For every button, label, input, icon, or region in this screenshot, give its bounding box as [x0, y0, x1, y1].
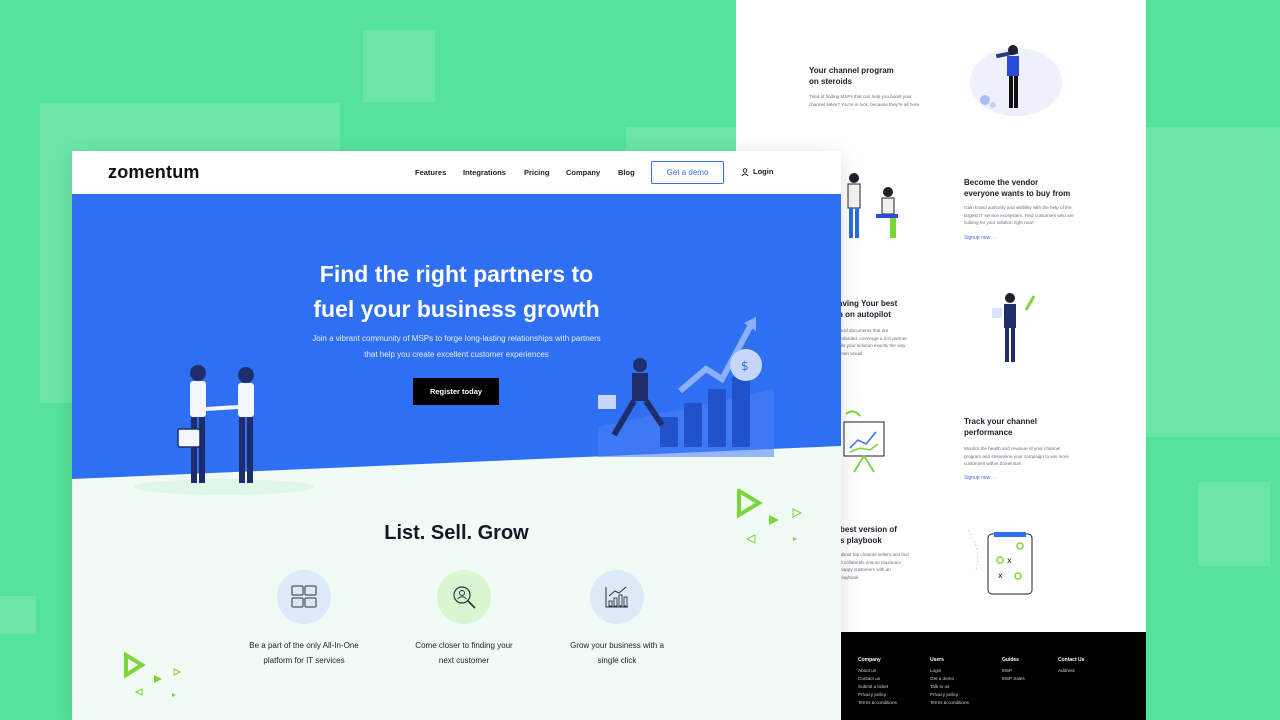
feature-grow-business: Grow your business with a single click: [537, 570, 697, 668]
footer-link[interactable]: Contact us: [858, 675, 897, 683]
nav-blog[interactable]: Blog: [618, 168, 635, 177]
nav-pricing[interactable]: Pricing: [524, 168, 549, 177]
section-description: Monitor the health and revenue of your c…: [964, 446, 1069, 466]
section-heading: List. Sell. Grow: [384, 522, 529, 544]
section-description: and documents that are ndarded. Leverage …: [840, 328, 907, 356]
hero-title: Find the right partners to fuel your busi…: [313, 261, 600, 322]
handshake-illustration: [134, 365, 314, 495]
footer-column-users: Users Login Get a demo Talk to us Privac…: [930, 656, 969, 707]
section-title: Track your channel performance: [964, 417, 1037, 437]
feature-text: Grow your business with a single click: [570, 641, 664, 665]
footer-link[interactable]: Login: [930, 667, 969, 675]
nav-integrations[interactable]: Integrations: [463, 168, 506, 177]
chart-growth-icon: [605, 586, 628, 608]
section-description: about top channel sellers and find d coll…: [840, 552, 909, 580]
user-icon: [741, 167, 749, 176]
section-title: Your channel program on steroids: [809, 66, 894, 86]
hero-subtitle: Join a vibrant community of MSPs to forg…: [312, 334, 601, 359]
top-navbar: zomentum Features Integrations Pricing C…: [72, 151, 841, 194]
section-description: Gain brand authority and visibility with…: [964, 205, 1074, 225]
playbook-board-illustration: x x: [967, 529, 1033, 595]
register-today-button[interactable]: Register today: [413, 378, 499, 405]
section-title: aving Your best n on autopilot: [838, 299, 898, 319]
feature-find-customer: Come closer to finding your next customer: [384, 570, 544, 668]
nav-company[interactable]: Company: [566, 168, 600, 177]
footer-link[interactable]: Address: [1058, 667, 1084, 675]
footer-link[interactable]: Terms & conditions: [858, 699, 897, 707]
feature-section-steroids: Your channel program on steroids Tired of…: [736, 0, 1146, 150]
footer-link[interactable]: Terms & conditions: [930, 699, 969, 707]
signup-link[interactable]: Signup now →: [964, 235, 997, 241]
footer-heading: Contact Us: [1058, 657, 1085, 663]
footer-link[interactable]: Privacy policy: [858, 691, 897, 699]
triangle-decoration: [124, 651, 182, 697]
front-page-screenshot: zomentum Features Integrations Pricing C…: [72, 151, 841, 720]
nav-features[interactable]: Features: [415, 168, 446, 177]
telescope-man-illustration: [970, 45, 1062, 116]
search-person-icon: [453, 586, 476, 609]
section-description: Tired of finding MSPs that can help you …: [809, 94, 921, 107]
svg-text:x: x: [998, 571, 1003, 580]
feature-icon-circle: [590, 570, 644, 624]
svg-text:x: x: [1007, 556, 1012, 565]
presentation-board-illustration: [843, 410, 885, 473]
footer-link[interactable]: MSP Sales: [1002, 675, 1025, 683]
footer-heading: Company: [858, 657, 881, 663]
businessman-illustration: [992, 293, 1036, 362]
feature-text: Be a part of the only All-In-One platform…: [249, 641, 359, 665]
bg-square: [1146, 127, 1280, 437]
footer-link[interactable]: Submit a ticket: [858, 683, 897, 691]
bg-square: [1198, 482, 1270, 566]
feature-icon-circle: [437, 570, 491, 624]
footer-heading: Guides: [1002, 657, 1019, 663]
feature-text: Come closer to finding your next customer: [415, 641, 513, 665]
bg-square: [0, 596, 36, 634]
signup-link[interactable]: Signup now →: [964, 475, 997, 481]
footer-link[interactable]: Talk to us: [930, 683, 969, 691]
get-demo-button[interactable]: Get a demo: [651, 161, 724, 184]
login-label: Login: [753, 167, 774, 176]
bg-square: [363, 30, 435, 102]
footer-link[interactable]: MSP: [1002, 667, 1025, 675]
section-title: Become the vendor everyone wants to buy f…: [964, 178, 1071, 198]
feature-icon-circle: [277, 570, 331, 624]
footer-link[interactable]: About us: [858, 667, 897, 675]
footer-column-contact: Contact Us Address: [1058, 656, 1084, 675]
footer-column-company: Company About us Contact us Submit a tic…: [858, 656, 897, 707]
footer-column-guides: Guides MSP MSP Sales: [1002, 656, 1025, 683]
login-link[interactable]: Login: [741, 167, 773, 176]
zomentum-logo[interactable]: zomentum: [108, 162, 200, 183]
grid-icon: [291, 585, 317, 608]
footer-link[interactable]: Get a demo: [930, 675, 969, 683]
bg-square: [626, 127, 736, 151]
meeting-people-illustration: [847, 173, 898, 238]
section-title: best version of s playbook: [840, 525, 897, 545]
footer-link[interactable]: Privacy policy: [930, 691, 969, 699]
footer-heading: Users: [930, 657, 944, 663]
feature-all-in-one: Be a part of the only All-In-One platform…: [224, 570, 384, 668]
